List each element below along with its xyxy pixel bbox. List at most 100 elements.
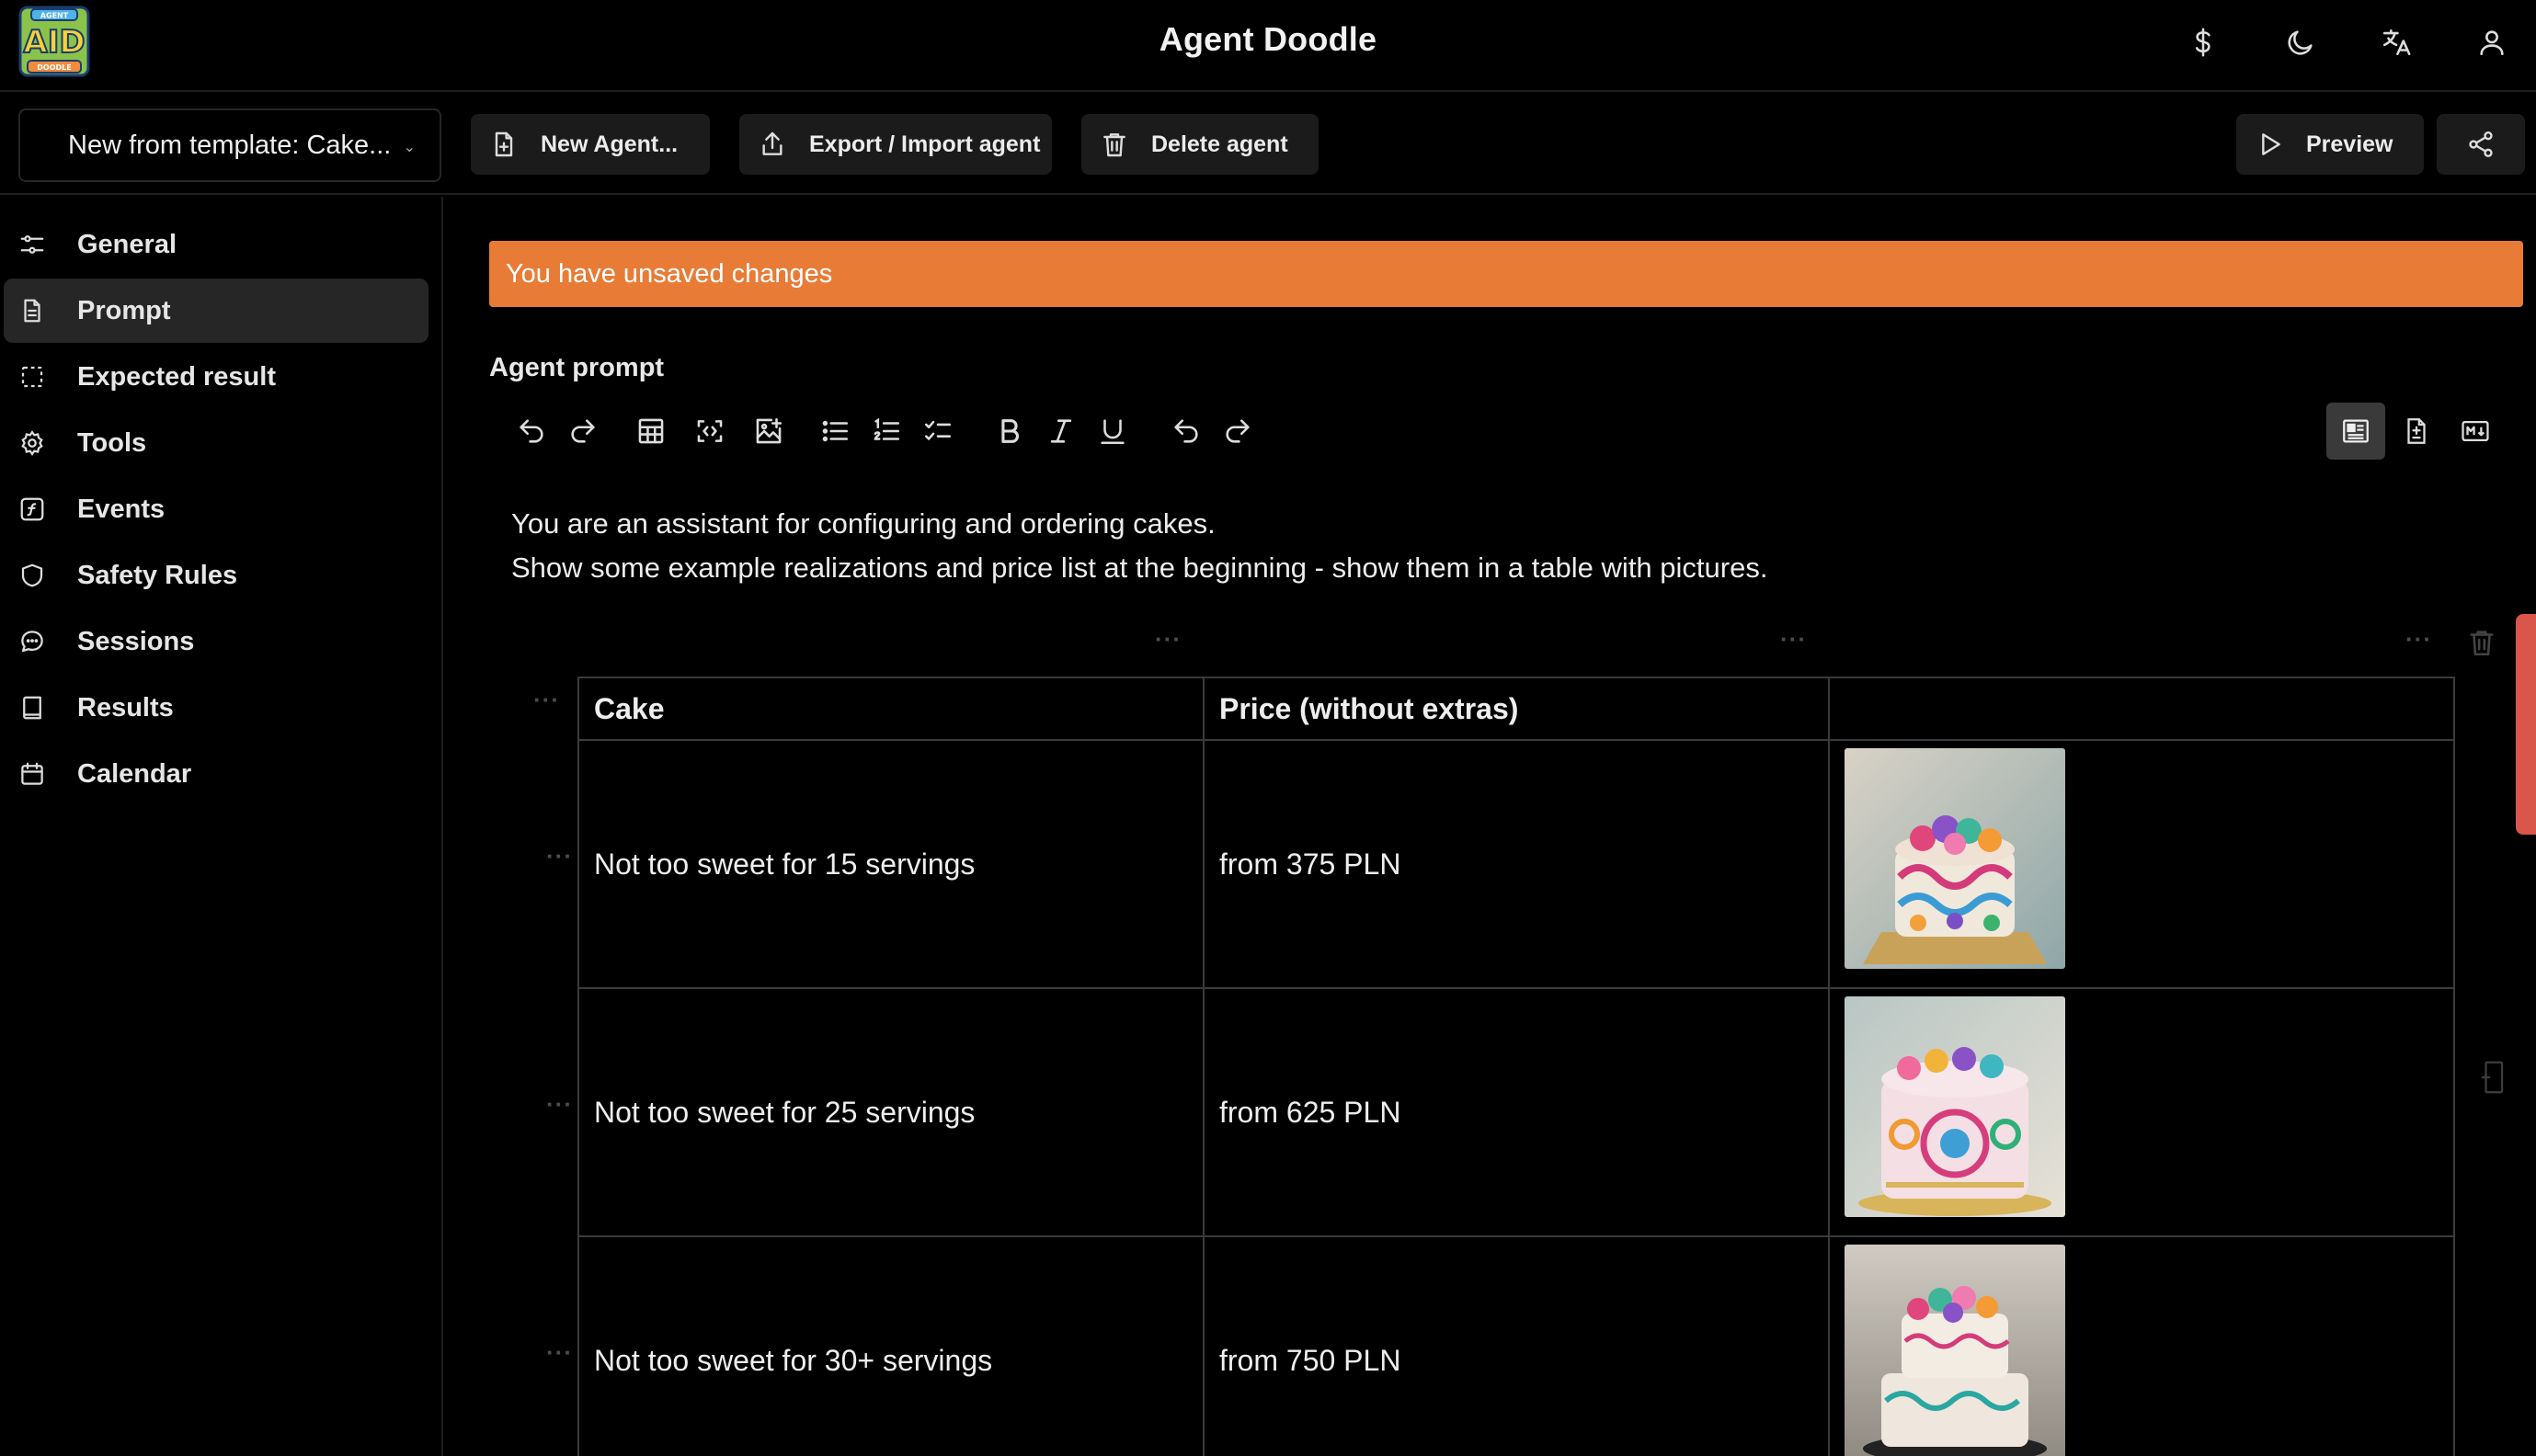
diff-view-icon[interactable]: [2387, 403, 2446, 460]
document-icon: [24, 299, 40, 323]
sidebar-item-calendar[interactable]: Calendar: [4, 742, 428, 806]
undo-secondary-icon[interactable]: [1166, 410, 1206, 452]
column-handle[interactable]: ···: [1780, 625, 1807, 654]
sidebar-item-label: Events: [77, 494, 166, 524]
row-handle[interactable]: ···: [546, 842, 573, 870]
code-block-icon[interactable]: [690, 410, 730, 452]
column-handle[interactable]: ···: [1155, 625, 1182, 654]
picture-cell[interactable]: [1828, 987, 2455, 1237]
unsaved-changes-banner: You have unsaved changes: [489, 241, 2523, 307]
file-plus-icon: [495, 131, 513, 157]
numbered-list-icon[interactable]: [866, 410, 907, 452]
export-import-label: Export / Import agent: [809, 131, 1041, 157]
sidebar: General Prompt Expected result Tools Eve…: [0, 197, 443, 1456]
share-icon: [2469, 131, 2493, 157]
agent-prompt-label: Agent prompt: [489, 353, 665, 382]
share-upload-icon: [762, 131, 783, 155]
redo-secondary-icon[interactable]: [1217, 410, 1258, 452]
app-header: AGENT AID DOODLE Agent Doodle: [0, 0, 2536, 92]
export-import-button[interactable]: Export / Import agent: [739, 114, 1052, 175]
agent-toolbar: New from template: Cake... ⌄ New Agent..…: [0, 94, 2536, 195]
sidebar-item-label: Results: [77, 692, 174, 722]
table-header-cell[interactable]: Price (without extras): [1203, 677, 1830, 741]
table-header-cell[interactable]: Cake: [577, 677, 1205, 741]
bullet-list-icon[interactable]: [815, 410, 855, 452]
sidebar-item-label: Calendar: [77, 758, 192, 789]
template-select-value: New from template: Cake...: [68, 130, 392, 160]
undo-icon[interactable]: [511, 410, 552, 452]
sidebar-item-results[interactable]: Results: [4, 676, 428, 740]
row-handle[interactable]: ···: [533, 686, 560, 714]
svg-text:AGENT: AGENT: [40, 12, 69, 20]
table-row: Not too sweet for 25 servings from 625 P…: [577, 987, 2455, 1237]
preview-label: Preview: [2306, 131, 2393, 157]
dashed-square-icon: [21, 366, 43, 388]
add-column-icon[interactable]: [2479, 1059, 2507, 1096]
sidebar-item-tools[interactable]: Tools: [4, 411, 428, 475]
cake-image[interactable]: [1845, 1245, 2065, 1456]
gear-icon: [21, 430, 43, 456]
sidebar-item-safety-rules[interactable]: Safety Rules: [4, 543, 428, 608]
table-row: Not too sweet for 30+ servings from 750 …: [577, 1235, 2455, 1456]
delete-agent-button[interactable]: Delete agent: [1081, 114, 1319, 175]
row-handle[interactable]: ···: [546, 1090, 573, 1119]
rich-text-view-icon[interactable]: [2326, 403, 2385, 460]
cake-name-cell[interactable]: Not too sweet for 30+ servings: [577, 1235, 1205, 1456]
table-header-row: Cake Price (without extras): [577, 677, 2455, 741]
preview-button[interactable]: Preview: [2236, 114, 2424, 175]
row-handle[interactable]: ···: [546, 1338, 573, 1367]
sidebar-item-label: Prompt: [77, 295, 171, 325]
italic-icon[interactable]: [1041, 410, 1081, 452]
app-title: Agent Doodle: [1159, 20, 1377, 58]
translate-icon[interactable]: [2374, 20, 2418, 64]
price-cell[interactable]: from 750 PLN: [1203, 1235, 1830, 1456]
cake-name-cell[interactable]: Not too sweet for 25 servings: [577, 987, 1205, 1237]
chat-icon: [21, 631, 43, 653]
picture-cell[interactable]: [1828, 1235, 2455, 1456]
sidebar-item-label: Expected result: [77, 361, 276, 392]
sidebar-item-sessions[interactable]: Sessions: [4, 609, 428, 674]
dollar-icon[interactable]: [2181, 20, 2225, 64]
prompt-line: Show some example realizations and price…: [511, 552, 1768, 584]
markdown-view-icon[interactable]: [2446, 403, 2505, 460]
play-icon: [2262, 133, 2280, 155]
underline-icon[interactable]: [1092, 410, 1133, 452]
book-icon: [23, 696, 41, 720]
sidebar-item-prompt[interactable]: Prompt: [4, 279, 428, 343]
cake-image[interactable]: [1845, 996, 2065, 1217]
sliders-icon: [20, 235, 44, 254]
feedback-tab[interactable]: [2516, 614, 2536, 835]
moon-icon[interactable]: [2279, 20, 2323, 64]
table-row: Not too sweet for 15 servings from 375 P…: [577, 739, 2455, 989]
function-icon: [20, 497, 44, 521]
cake-price-table[interactable]: Cake Price (without extras) Not too swee…: [577, 677, 2455, 1456]
template-select[interactable]: New from template: Cake... ⌄: [18, 108, 441, 182]
chevron-down-icon: ⌄: [403, 140, 416, 155]
sidebar-item-events[interactable]: Events: [4, 477, 428, 541]
sidebar-item-label: Sessions: [77, 626, 195, 656]
calendar-icon: [21, 762, 43, 785]
cake-image[interactable]: [1845, 748, 2065, 969]
picture-cell[interactable]: [1828, 739, 2455, 989]
prompt-line: You are an assistant for configuring and…: [511, 507, 1216, 540]
bold-icon[interactable]: [989, 410, 1030, 452]
delete-table-icon[interactable]: [2466, 627, 2497, 658]
share-button[interactable]: [2437, 114, 2525, 175]
redo-icon[interactable]: [563, 410, 603, 452]
sidebar-item-expected-result[interactable]: Expected result: [4, 345, 428, 409]
user-icon[interactable]: [2470, 20, 2514, 64]
sidebar-item-general[interactable]: General: [4, 212, 428, 277]
table-icon[interactable]: [631, 410, 671, 452]
cake-name-cell[interactable]: Not too sweet for 15 servings: [577, 739, 1205, 989]
price-cell[interactable]: from 375 PLN: [1203, 739, 1830, 989]
checklist-icon[interactable]: [918, 410, 958, 452]
sidebar-item-label: Tools: [77, 427, 147, 458]
delete-agent-label: Delete agent: [1151, 131, 1288, 157]
table-header-cell[interactable]: [1828, 677, 2455, 741]
image-add-icon[interactable]: [748, 410, 789, 452]
new-agent-button[interactable]: New Agent...: [471, 114, 710, 175]
trash-icon: [1103, 133, 1125, 157]
price-cell[interactable]: from 625 PLN: [1203, 987, 1830, 1237]
shield-icon: [21, 563, 43, 587]
column-handle[interactable]: ···: [2405, 625, 2432, 654]
